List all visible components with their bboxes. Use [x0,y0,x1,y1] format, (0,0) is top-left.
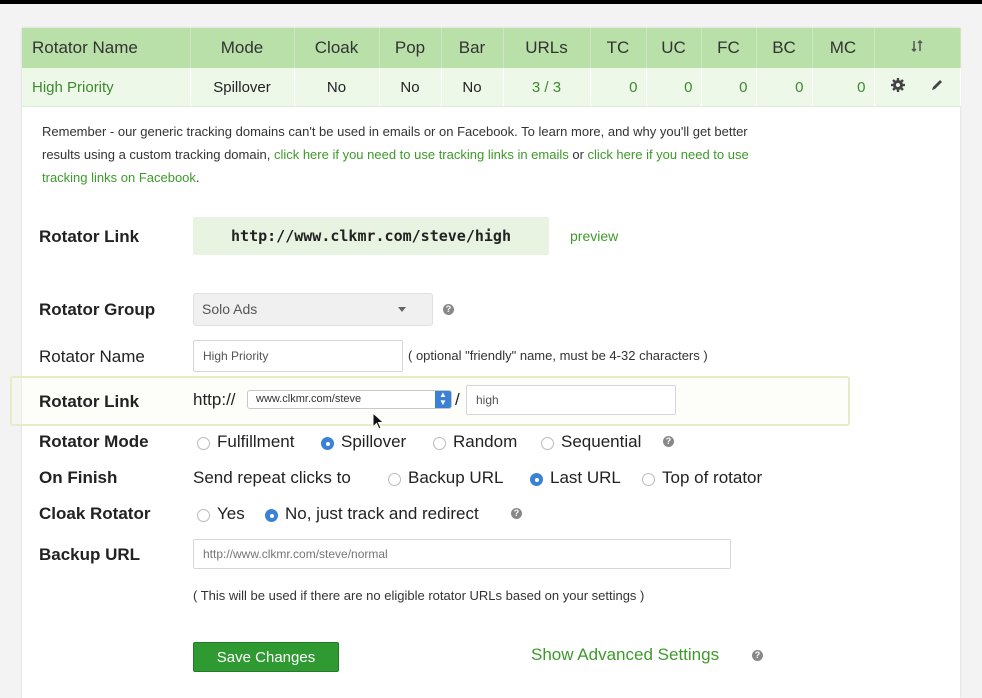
tracking-domain-notice: Remember - our generic tracking domains … [42,120,782,189]
notice-text: . [195,170,200,185]
cloak-yes-radio[interactable] [197,509,210,522]
tracking-domain-select[interactable]: www.clkmr.com/steve ▲ ▼ [247,390,452,409]
backup-url-input[interactable] [193,539,731,569]
col-uc[interactable]: UC [646,28,702,68]
gear-icon[interactable] [890,77,906,97]
row-name[interactable]: High Priority [22,68,191,107]
row-cloak: No [294,68,380,107]
rotator-link-field-label: Rotator Link [39,392,140,411]
cloak-option-label[interactable]: Yes [217,504,245,524]
mode-random-radio[interactable] [433,437,446,450]
notice-text: or [568,147,588,162]
save-changes-button[interactable]: Save Changes [193,642,339,672]
col-mc[interactable]: MC [812,28,875,68]
finish-backup-url-radio[interactable] [388,473,401,486]
rotator-table: Rotator Name Mode Cloak Pop Bar URLs TC … [22,28,961,107]
backup-url-hint: ( This will be used if there are no elig… [193,588,645,603]
help-icon[interactable]: ? [752,650,763,661]
mode-option-label[interactable]: Random [453,432,517,452]
mode-option-label[interactable]: Sequential [561,432,641,452]
mode-spillover-radio[interactable] [321,437,334,450]
show-advanced-settings-link[interactable]: Show Advanced Settings [531,645,719,665]
cloak-no-radio[interactable] [265,509,278,522]
rotator-name-input[interactable] [193,340,403,372]
col-urls[interactable]: URLs [503,28,591,68]
backup-url-label: Backup URL [39,545,141,564]
select-arrows-icon: ▲ ▼ [435,391,451,408]
col-rotator-name[interactable]: Rotator Name [22,28,191,68]
rotator-link-display: http://www.clkmr.com/steve/high [193,217,549,255]
mode-fulfillment-radio[interactable] [197,437,210,450]
finish-option-label[interactable]: Last URL [550,468,621,488]
finish-top-of-rotator-radio[interactable] [642,473,655,486]
col-bar[interactable]: Bar [441,28,504,68]
rotator-name-label: Rotator Name [39,347,145,366]
rotator-mode-label: Rotator Mode [39,432,149,451]
rotator-slug-input[interactable] [466,385,676,415]
row-actions [874,68,961,107]
on-finish-prefix: Send repeat clicks to [193,468,351,487]
email-links-help-link[interactable]: click here if you need to use tracking l… [274,147,569,162]
help-icon[interactable]: ? [663,436,674,447]
on-finish-label: On Finish [39,468,118,487]
cloak-rotator-label: Cloak Rotator [39,504,151,523]
row-bar: No [441,68,504,107]
top-bar [0,0,982,4]
chevron-down-icon [398,307,406,312]
row-mc: 0 [812,68,875,107]
pencil-icon[interactable] [930,78,944,96]
col-tc[interactable]: TC [590,28,647,68]
cloak-option-label[interactable]: No, just track and redirect [285,504,479,524]
finish-option-label[interactable]: Backup URL [408,468,503,488]
rotator-group-select[interactable]: Solo Ads [193,293,433,326]
col-fc[interactable]: FC [701,28,757,68]
col-bc[interactable]: BC [756,28,813,68]
mode-sequential-radio[interactable] [541,437,554,450]
row-tc: 0 [590,68,647,107]
table-header-row: Rotator Name Mode Cloak Pop Bar URLs TC … [22,28,961,68]
rotator-group-value: Solo Ads [202,301,258,317]
row-uc: 0 [646,68,702,107]
rotator-link-label: Rotator Link [39,227,140,246]
mode-option-label[interactable]: Fulfillment [217,432,294,452]
col-cloak[interactable]: Cloak [294,28,380,68]
row-pop: No [379,68,442,107]
link-slash: / [455,390,460,409]
row-mode: Spillover [190,68,295,107]
help-icon[interactable]: ? [511,508,522,519]
col-pop[interactable]: Pop [379,28,442,68]
col-mode[interactable]: Mode [190,28,295,68]
finish-last-url-radio[interactable] [530,473,543,486]
row-bc: 0 [756,68,813,107]
help-icon[interactable]: ? [443,304,454,315]
row-fc: 0 [701,68,757,107]
table-row[interactable]: High Priority Spillover No No No 3 / 3 0… [22,68,961,107]
mouse-cursor-icon [372,412,384,430]
link-prefix: http:// [193,390,236,409]
sort-icon[interactable] [874,28,961,68]
row-urls[interactable]: 3 / 3 [503,68,591,107]
mode-option-label[interactable]: Spillover [341,432,406,452]
rotator-group-label: Rotator Group [39,300,156,319]
tracking-domain-value: www.clkmr.com/steve [256,393,362,405]
preview-link[interactable]: preview [570,228,618,244]
rotator-name-hint: ( optional "friendly" name, must be 4-32… [408,348,708,363]
finish-option-label[interactable]: Top of rotator [662,468,762,488]
